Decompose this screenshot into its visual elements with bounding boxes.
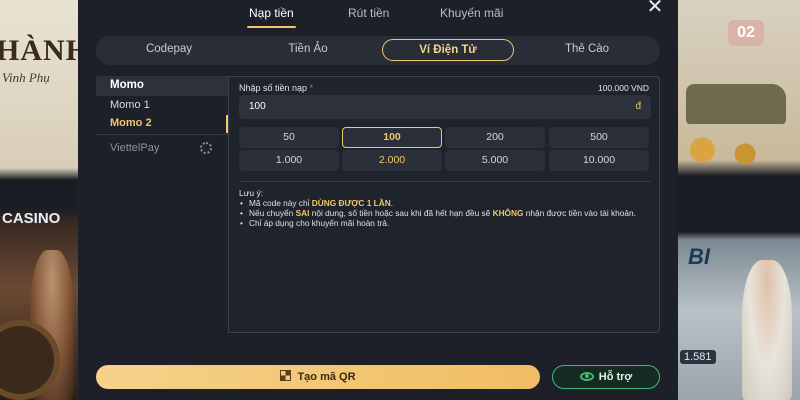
amount-chip-200[interactable]: 200 bbox=[445, 127, 545, 148]
amount-chip-1000[interactable]: 1.000 bbox=[239, 150, 339, 171]
amount-chip-10000[interactable]: 10.000 bbox=[549, 150, 649, 171]
method-codepay[interactable]: Codepay bbox=[123, 43, 215, 55]
method-crypto[interactable]: Tiền Ảo bbox=[262, 43, 354, 55]
note-item: Mã code này chỉ DÙNG ĐƯỢC 1 LẦN. bbox=[239, 198, 655, 208]
top-tabs: Nạp tiền Rút tiền Khuyến mãi bbox=[78, 0, 678, 28]
eye-icon bbox=[579, 372, 594, 381]
payment-method-tabs: Codepay Tiền Ảo Ví Điện Tử Thẻ Cào bbox=[96, 36, 660, 65]
amount-chip-5000[interactable]: 5.000 bbox=[445, 150, 545, 171]
bg-casino-label: CASINO bbox=[2, 210, 61, 227]
tab-withdraw[interactable]: Rút tiền bbox=[348, 6, 389, 20]
bg-game-logo: BI bbox=[688, 244, 710, 269]
amount-chip-500[interactable]: 500 bbox=[549, 127, 649, 148]
sidebar-item-momo-1[interactable]: Momo 1 bbox=[96, 97, 228, 115]
amount-input-value: 100 bbox=[249, 101, 266, 112]
sidebar-item-momo-2[interactable]: Momo 2 bbox=[96, 115, 228, 133]
currency-unit: đ bbox=[635, 101, 641, 112]
tab-deposit[interactable]: Nạp tiền bbox=[247, 6, 296, 28]
method-ewallet[interactable]: Ví Điện Tử bbox=[382, 39, 514, 61]
required-mark: * bbox=[309, 83, 314, 93]
amount-label: Nhập số tiền nạp * bbox=[239, 83, 313, 93]
close-icon[interactable]: ✕ bbox=[645, 0, 665, 17]
amount-chip-50[interactable]: 50 bbox=[239, 127, 339, 148]
generate-qr-label: Tạo mã QR bbox=[297, 371, 356, 383]
support-button[interactable]: Hỗ trợ bbox=[552, 365, 660, 389]
amount-input[interactable]: 100 đ bbox=[239, 95, 651, 119]
background-left: HÀNH Vinh Phụ CASINO bbox=[0, 0, 78, 400]
amount-chip-2000[interactable]: 2.000 bbox=[342, 150, 442, 171]
gear-icon bbox=[200, 142, 212, 154]
note-item: Chỉ áp dụng cho khuyến mãi hoàn trả. bbox=[239, 218, 655, 228]
deposit-form-panel: Nhập số tiền nạp * 100.000 VND 100 đ 50 … bbox=[228, 76, 660, 333]
bg-banner-text: HÀNH bbox=[0, 34, 78, 67]
bg-tank-image bbox=[686, 84, 786, 124]
wallet-sidebar: Momo Momo 1 Momo 2 ViettelPay bbox=[96, 76, 228, 334]
qr-icon bbox=[280, 370, 292, 381]
support-label: Hỗ trợ bbox=[598, 371, 633, 383]
bg-number: 1.581 bbox=[680, 350, 716, 364]
note-item: Nếu chuyển SAI nội dung, số tiền hoặc sa… bbox=[239, 208, 655, 218]
bg-coins-image bbox=[678, 130, 800, 170]
method-card[interactable]: Thẻ Cào bbox=[541, 43, 633, 55]
amount-chip-100[interactable]: 100 bbox=[342, 127, 442, 148]
notes-title: Lưu ý: bbox=[239, 188, 264, 198]
bg-badge: 02 bbox=[728, 20, 764, 46]
max-amount-label: 100.000 VND bbox=[597, 83, 649, 93]
sidebar-divider bbox=[96, 134, 228, 135]
bg-banner-subtext: Vinh Phụ bbox=[2, 70, 50, 85]
amount-label-text: Nhập số tiền nạp bbox=[239, 83, 308, 93]
notes-list: Mã code này chỉ DÙNG ĐƯỢC 1 LẦN. Nếu chu… bbox=[239, 198, 655, 228]
sidebar-header-momo: Momo bbox=[96, 76, 228, 96]
panel-divider bbox=[239, 181, 651, 182]
sidebar-item-viettelpay[interactable]: ViettelPay bbox=[110, 142, 159, 154]
bg-person-image bbox=[742, 260, 792, 400]
background-right: 02 BI 1.581 bbox=[678, 0, 800, 400]
generate-qr-button[interactable]: Tạo mã QR bbox=[96, 365, 540, 389]
tab-promotion[interactable]: Khuyến mãi bbox=[440, 6, 503, 20]
